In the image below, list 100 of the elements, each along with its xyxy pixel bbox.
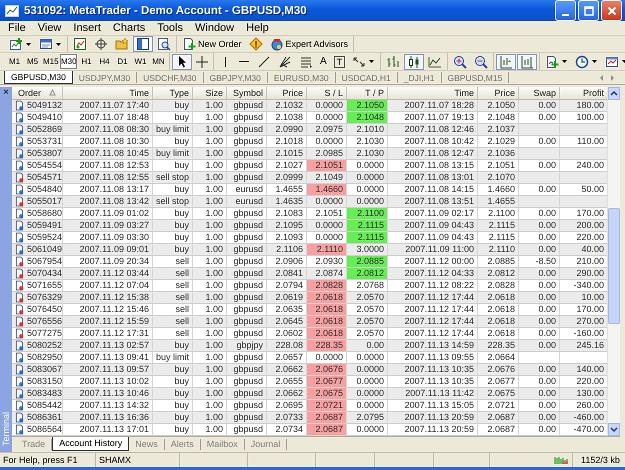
table-row[interactable]: 5052869 2007.11.08 08:30 buy limit 1.00 gbpusd 2.0990 2.0975 2.1010 2007.11.08 12:46 2.1037 bbox=[12, 124, 607, 136]
toolbar-button[interactable] bbox=[496, 54, 516, 70]
chart-tab[interactable]: GBPUSD,M30 bbox=[4, 71, 73, 84]
menu-item[interactable]: Tools bbox=[152, 22, 190, 34]
column-header[interactable]: Price bbox=[478, 86, 519, 99]
table-row[interactable]: 5055017 2007.11.08 13:42 sell stop 1.00 eurusd 1.4635 0.0000 0.0000 2007.11.08 13:51 1.4655 bbox=[12, 196, 607, 208]
table-row[interactable]: 5080252 2007.11.13 02:57 buy 1.00 gbpjpy 228.08 228.35 0.00 2007.11.13 14:59 228.35 0.00 245.16 bbox=[12, 340, 607, 352]
order-icon bbox=[15, 184, 24, 195]
scroll-right-icon[interactable] bbox=[610, 74, 615, 82]
table-row[interactable]: 5053807 2007.11.08 10:45 buy limit 1.00 gbpusd 2.1015 2.0985 2.1030 2007.11.08 12:47 2.1036 bbox=[12, 148, 607, 160]
scroll-up-button[interactable] bbox=[608, 86, 620, 100]
expert-advisors-button[interactable]: Expert Advisors bbox=[266, 36, 352, 52]
table-cell: 2.1018 bbox=[267, 136, 307, 147]
table-cell: gbpusd bbox=[227, 232, 267, 243]
scroll-left-icon[interactable] bbox=[599, 74, 604, 82]
table-cell: buy limit bbox=[153, 352, 193, 363]
timeframe-button[interactable]: D1 bbox=[114, 54, 131, 70]
table-row[interactable]: 5083483 2007.11.13 10:46 buy 1.00 gbpusd 2.0662 2.0675 0.0000 2007.11.13 11:42 2.0675 0.00 130.00 bbox=[12, 388, 607, 400]
table-cell: 2007.11.08 13:01 bbox=[388, 172, 478, 183]
tool-button[interactable]: A bbox=[317, 54, 330, 70]
chart-tab[interactable]: GBPJPY,M30 bbox=[204, 72, 268, 83]
table-cell: 2.0664 bbox=[478, 352, 519, 363]
table-cell: gbpusd bbox=[227, 424, 267, 435]
close-button[interactable] bbox=[601, 0, 622, 21]
toolbar-button[interactable] bbox=[404, 54, 424, 70]
table-cell: 2.1048 bbox=[478, 112, 519, 123]
chart-tab[interactable]: _DJI,H1 bbox=[398, 72, 442, 83]
menu-item[interactable]: Window bbox=[190, 22, 242, 34]
timeframe-button[interactable]: W1 bbox=[132, 54, 149, 70]
table-cell: 1.00 bbox=[193, 256, 227, 267]
new-order-button[interactable]: New Order bbox=[179, 36, 245, 52]
template-icon bbox=[605, 54, 620, 69]
menu-item[interactable]: Help bbox=[241, 22, 276, 34]
chart-tab[interactable]: USDCHF,M30 bbox=[137, 72, 204, 83]
order-icon bbox=[15, 160, 24, 171]
chart-tab[interactable]: USDJPY,M30 bbox=[72, 72, 138, 83]
toolbar-button[interactable] bbox=[193, 54, 211, 70]
column-header[interactable]: Type bbox=[153, 86, 193, 99]
timeframe-button[interactable]: H4 bbox=[96, 54, 113, 70]
minimize-button[interactable] bbox=[555, 0, 576, 21]
chart-tab[interactable]: EURUSD,M30 bbox=[268, 72, 336, 83]
table-row[interactable]: 5061049 2007.11.09 09:01 buy 1.00 gbpusd 2.1106 2.1110 3.0000 2007.11.09 11:00 2.1110 0.00 40.00 bbox=[12, 244, 607, 256]
table-cell: 1.00 bbox=[193, 328, 227, 339]
chart-tab[interactable]: USDCAD,H1 bbox=[336, 72, 398, 83]
maximize-button[interactable] bbox=[578, 0, 599, 21]
table-cell: gbpusd bbox=[227, 400, 267, 411]
order-icon bbox=[15, 268, 24, 279]
minimize-icon bbox=[562, 14, 569, 16]
menu-item[interactable]: Insert bbox=[68, 22, 108, 34]
table-cell: 1.00 bbox=[193, 172, 227, 183]
column-header[interactable]: Price bbox=[267, 86, 307, 99]
order-icon bbox=[15, 352, 24, 363]
table-row[interactable]: 5076329 2007.11.12 15:38 sell 1.00 gbpusd 2.0619 2.0618 2.0570 2007.11.12 17:44 2.0618 0.00 10.00 bbox=[12, 292, 607, 304]
timeframe-button[interactable]: M15 bbox=[42, 54, 59, 70]
order-icon bbox=[15, 328, 24, 339]
table-row[interactable]: 5083067 2007.11.13 09:57 buy 1.00 gbpusd 2.0662 2.0676 0.0000 2007.11.13 10:35 2.0676 0.00 140.00 bbox=[12, 364, 607, 376]
menu-item[interactable]: Charts bbox=[108, 22, 152, 34]
table-cell: 2.1015 bbox=[267, 148, 307, 159]
table-row[interactable]: 5076556 2007.11.12 15:59 sell 1.00 gbpusd 2.0645 2.0618 2.0570 2007.11.12 17:44 2.0618 0.00 270.00 bbox=[12, 316, 607, 328]
table-cell: 0.00 bbox=[519, 316, 560, 327]
column-header[interactable]: Time bbox=[388, 86, 478, 99]
table-row[interactable]: 5049132 2007.11.07 17:40 buy 1.00 gbpusd 2.1032 0.0000 2.1050 2007.11.07 18:28 2.1050 0.00 180.00 bbox=[12, 100, 607, 112]
toolbar-button[interactable] bbox=[517, 54, 538, 70]
table-row[interactable]: 5059491 2007.11.09 03:27 buy 1.00 gbpusd 2.1095 0.0000 2.1115 2007.11.09 04:43 2.1115 0.00 200.00 bbox=[12, 220, 607, 232]
table-row[interactable]: 5054571 2007.11.08 12:55 sell stop 1.00 gbpusd 2.0999 2.1049 0.0000 2007.11.08 13:01 2.1070 bbox=[12, 172, 607, 184]
timeframe-button[interactable]: H1 bbox=[78, 54, 95, 70]
scrollbar-thumb[interactable] bbox=[608, 208, 620, 324]
column-header[interactable]: Order bbox=[12, 86, 63, 99]
table-cell: 2007.11.09 02:17 bbox=[388, 208, 478, 219]
column-header[interactable]: T / P bbox=[347, 86, 388, 99]
column-header[interactable]: Size bbox=[193, 86, 227, 99]
table-row[interactable]: 5086361 2007.11.13 16:36 buy 1.00 gbpusd 2.0733 2.0687 2.0795 2007.11.13 20:59 2.0687 0.00 -460.00 bbox=[12, 412, 607, 424]
timeframe-button[interactable]: M5 bbox=[24, 54, 41, 70]
column-header[interactable]: Symbol bbox=[227, 86, 267, 99]
timeframe-button[interactable]: MN bbox=[150, 54, 167, 70]
timeframe-button[interactable]: M30 bbox=[60, 54, 77, 70]
table-cell: 1.00 bbox=[193, 148, 227, 159]
table-cell: eurusd bbox=[227, 196, 267, 207]
table-row[interactable]: 5086564 2007.11.13 17:01 buy 1.00 gbpusd 2.0734 2.0687 0.0000 2007.11.13 20:59 2.0687 0.00 -470.00 bbox=[12, 424, 607, 436]
toolbar-button[interactable] bbox=[172, 54, 192, 70]
table-row[interactable]: 5070434 2007.11.12 03:44 sell 1.00 gbpusd 2.0841 2.0874 2.0812 2007.11.12 04:33 2.0812 0.00 290.00 bbox=[12, 268, 607, 280]
table-cell: 2.1051 bbox=[307, 160, 347, 171]
table-cell: 0.00 bbox=[519, 220, 560, 231]
table-cell: buy bbox=[153, 208, 193, 219]
table-cell: 2007.11.13 09:41 bbox=[63, 352, 153, 363]
column-header[interactable]: Time bbox=[63, 86, 153, 99]
column-header[interactable]: Swap bbox=[519, 86, 560, 99]
page-plus-icon bbox=[545, 54, 560, 69]
menu-item[interactable]: View bbox=[32, 22, 68, 34]
connection-bars-icon bbox=[554, 454, 568, 466]
table-cell: gbpusd bbox=[227, 220, 267, 231]
menu-item[interactable]: File bbox=[3, 22, 33, 34]
chart-tab[interactable]: GBPUSD,M15 bbox=[442, 72, 510, 83]
timeframe-button[interactable]: M1 bbox=[6, 54, 23, 70]
terminal-tab[interactable]: Account History bbox=[52, 436, 130, 451]
panel-icon bbox=[136, 37, 150, 52]
scroll-down-button[interactable] bbox=[608, 422, 620, 436]
toolbar-button[interactable] bbox=[133, 36, 153, 52]
column-header[interactable]: S / L bbox=[307, 86, 347, 99]
close-button[interactable]: × bbox=[3, 88, 9, 98]
